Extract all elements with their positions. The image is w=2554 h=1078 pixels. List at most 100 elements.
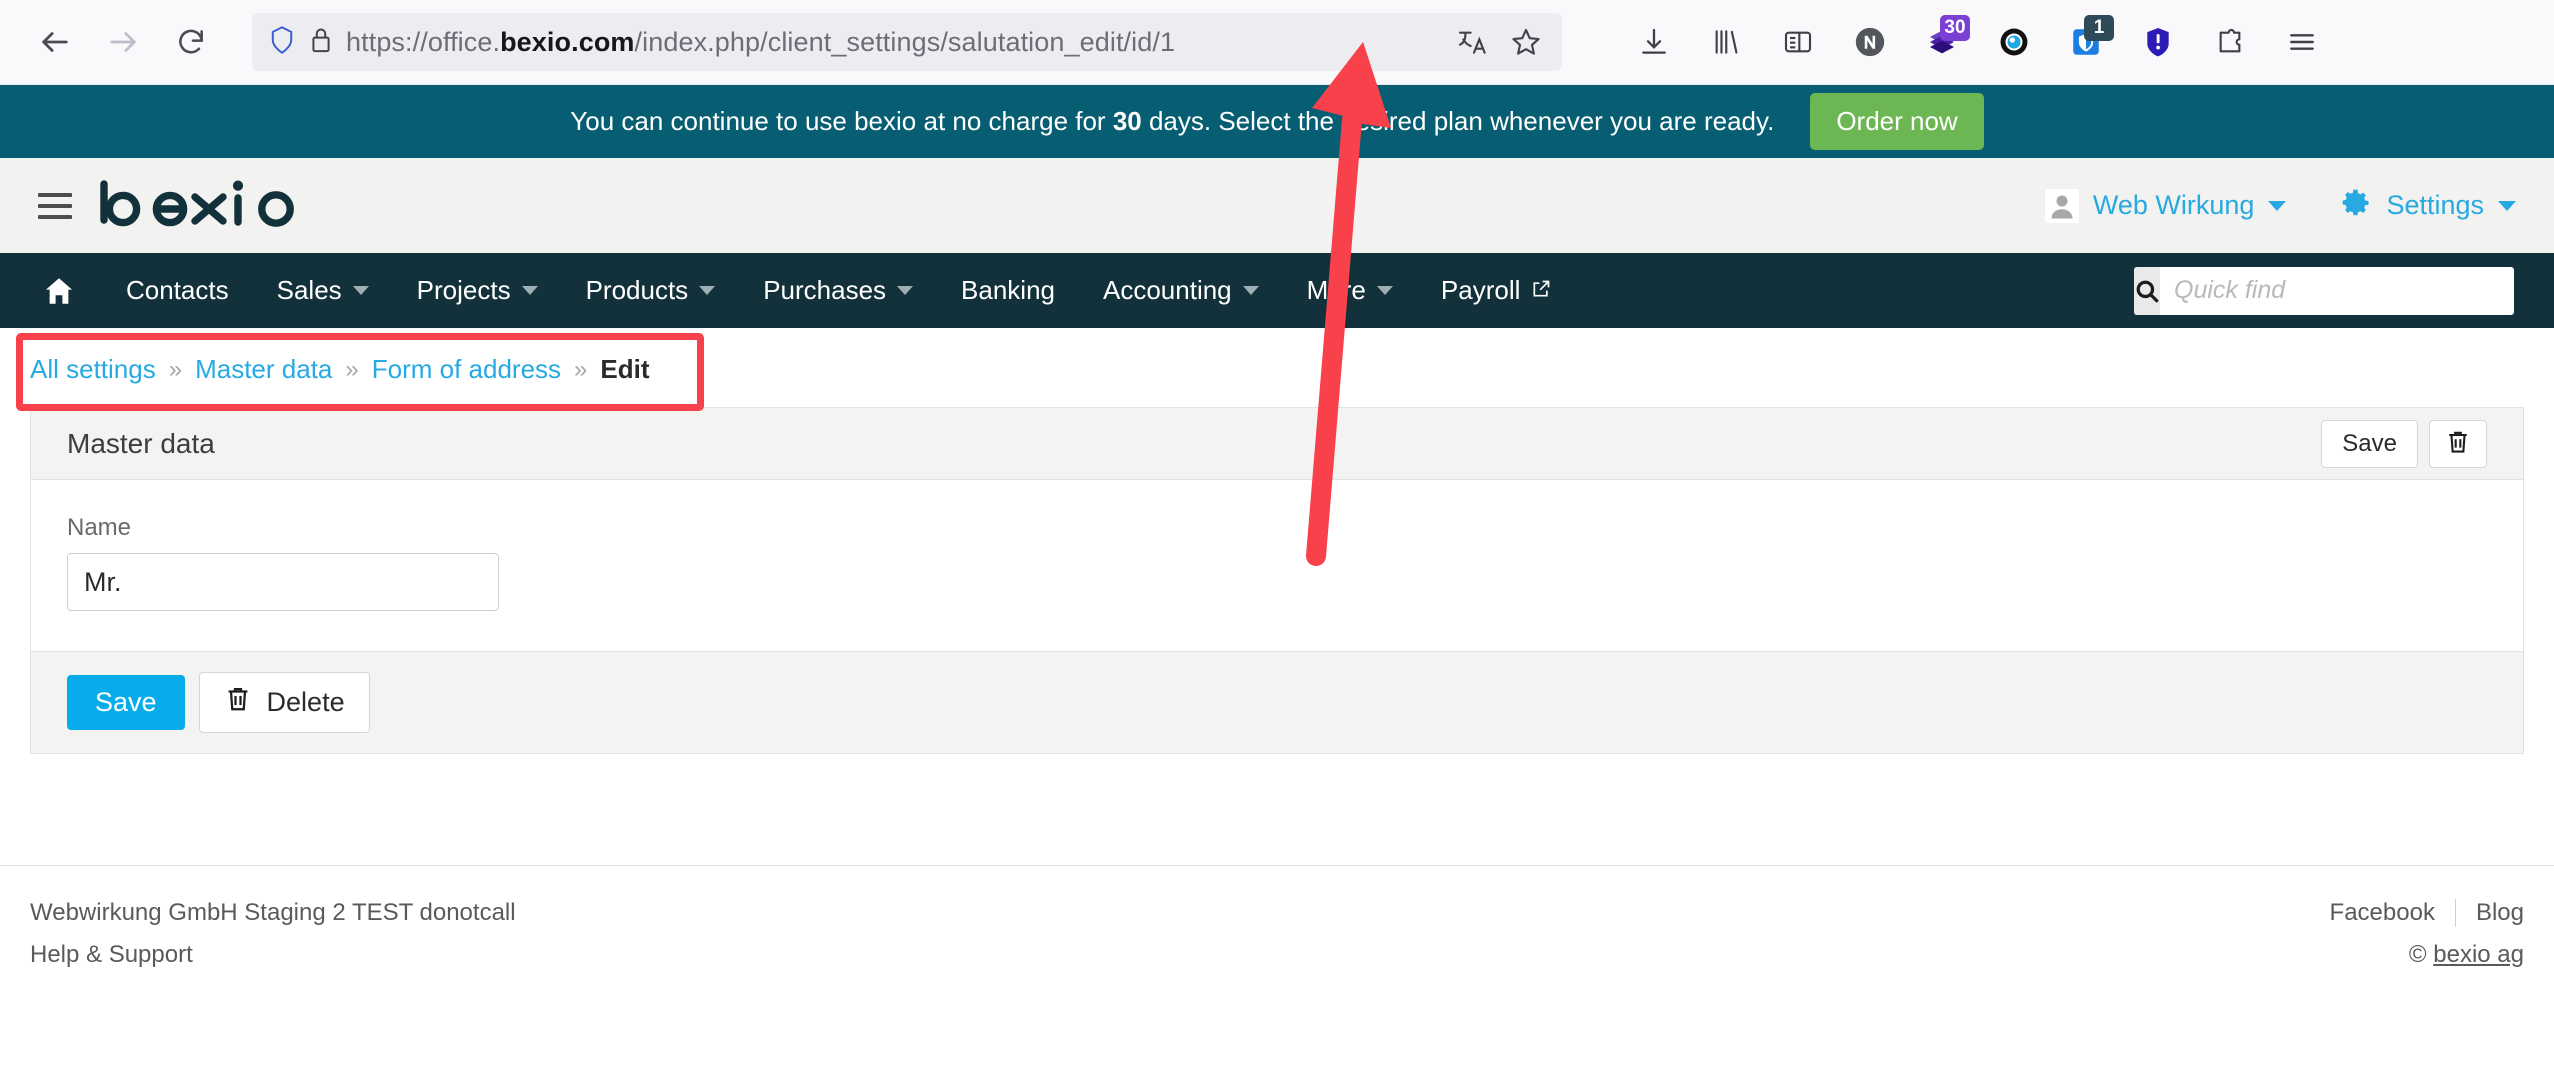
nav-item-contacts[interactable]: Contacts — [102, 253, 253, 328]
forward-button[interactable] — [94, 13, 152, 71]
name-field-label: Name — [67, 514, 2487, 542]
nav-label: Contacts — [126, 275, 229, 306]
main-navigation: Contacts Sales Projects Products Purchas… — [0, 253, 2554, 328]
nav-label: Projects — [417, 275, 511, 306]
library-icon[interactable] — [1690, 13, 1762, 71]
screenshot-root: https://office.bexio.com/index.php/clien… — [0, 0, 2554, 1078]
translate-icon[interactable] — [1456, 26, 1488, 58]
search-icon — [2134, 267, 2160, 315]
app-menu-icon[interactable] — [2266, 13, 2338, 71]
footer-social-links: Facebook Blog — [2330, 892, 2524, 934]
url-bar[interactable]: https://office.bexio.com/index.php/clien… — [252, 13, 1562, 71]
name-input[interactable] — [67, 553, 499, 611]
chevron-down-icon — [699, 286, 715, 295]
user-menu[interactable]: Web Wirkung — [2045, 189, 2287, 223]
eye-extension-icon[interactable] — [1978, 13, 2050, 71]
notion-extension-icon[interactable] — [1834, 13, 1906, 71]
breadcrumb-separator: » — [169, 356, 182, 384]
header-save-button[interactable]: Save — [2321, 420, 2418, 468]
breadcrumb-separator: » — [345, 356, 358, 384]
footer-right: Facebook Blog © bexio ag — [2330, 892, 2524, 976]
extension-badge-count: 30 — [1940, 15, 1970, 41]
breadcrumb-item-all-settings[interactable]: All settings — [30, 354, 156, 385]
header-delete-button[interactable] — [2429, 420, 2487, 468]
chevron-down-icon — [1377, 286, 1393, 295]
panel-footer: Save Delete — [31, 651, 2523, 753]
nav-label: Purchases — [763, 275, 886, 306]
nav-label: Banking — [961, 275, 1055, 306]
save-button[interactable]: Save — [67, 675, 185, 730]
chevron-down-icon — [353, 286, 369, 295]
bitwarden-extension-icon[interactable] — [2122, 13, 2194, 71]
nav-item-sales[interactable]: Sales — [253, 253, 393, 328]
settings-label: Settings — [2386, 190, 2484, 221]
star-icon[interactable] — [1510, 26, 1542, 58]
quick-find-input[interactable] — [2160, 276, 2514, 305]
breadcrumb-separator: » — [574, 356, 587, 384]
downloads-icon[interactable] — [1618, 13, 1690, 71]
chevron-down-icon — [1243, 286, 1259, 295]
external-link-icon — [1531, 275, 1551, 306]
order-now-button[interactable]: Order now — [1810, 93, 1983, 150]
lock-icon[interactable] — [310, 26, 332, 59]
panel-title: Master data — [67, 428, 215, 460]
trash-icon — [2445, 428, 2471, 459]
breadcrumb-wrapper: All settings » Master data » Form of add… — [0, 328, 2554, 407]
trial-banner-text: You can continue to use bexio at no char… — [570, 106, 1774, 137]
chevron-down-icon — [2498, 201, 2516, 211]
footer-blog-link[interactable]: Blog — [2476, 892, 2524, 934]
nav-item-more[interactable]: More — [1283, 253, 1417, 328]
hamburger-menu-icon[interactable] — [38, 193, 72, 219]
nav-label: Sales — [277, 275, 342, 306]
avatar-icon — [2045, 189, 2079, 223]
panel-body: Name — [31, 480, 2523, 651]
sidebar-icon[interactable] — [1762, 13, 1834, 71]
header-right: Web Wirkung Settings — [2045, 187, 2516, 224]
breadcrumb-item-edit: Edit — [600, 354, 649, 385]
gear-icon — [2340, 187, 2372, 224]
nav-item-projects[interactable]: Projects — [393, 253, 562, 328]
layers-extension-icon[interactable]: 30 — [1906, 13, 1978, 71]
urlbar-actions — [1456, 26, 1546, 58]
footer-help-link[interactable]: Help & Support — [30, 934, 516, 976]
quick-find-box[interactable] — [2134, 267, 2514, 315]
footer-facebook-link[interactable]: Facebook — [2330, 892, 2435, 934]
nav-label: Accounting — [1103, 275, 1232, 306]
footer-left: Webwirkung GmbH Staging 2 TEST donotcall… — [30, 892, 516, 976]
puzzle-extensions-icon[interactable] — [2194, 13, 2266, 71]
browser-toolbar: https://office.bexio.com/index.php/clien… — [0, 0, 2554, 85]
nav-item-banking[interactable]: Banking — [937, 253, 1079, 328]
nav-item-products[interactable]: Products — [562, 253, 740, 328]
nav-item-accounting[interactable]: Accounting — [1079, 253, 1283, 328]
shield-icon[interactable] — [268, 25, 296, 60]
footer-copyright: © bexio ag — [2330, 934, 2524, 976]
footer-divider — [2455, 899, 2456, 927]
chevron-down-icon — [522, 286, 538, 295]
back-button[interactable] — [26, 13, 84, 71]
nav-home-button[interactable] — [22, 274, 102, 308]
master-data-panel: Master data Save Name Save — [30, 407, 2524, 754]
nav-item-payroll[interactable]: Payroll — [1417, 253, 1575, 328]
chevron-down-icon — [2268, 201, 2286, 211]
delete-button-label: Delete — [267, 687, 345, 718]
nav-label: Payroll — [1441, 275, 1520, 306]
extension-badge-count: 1 — [2084, 15, 2114, 41]
panel-header: Master data Save — [31, 408, 2523, 480]
nav-label: Products — [586, 275, 689, 306]
breadcrumb-item-form-of-address[interactable]: Form of address — [372, 354, 561, 385]
nav-item-purchases[interactable]: Purchases — [739, 253, 937, 328]
page-content: All settings » Master data » Form of add… — [0, 328, 2554, 754]
footer-company-label: Webwirkung GmbH Staging 2 TEST donotcall — [30, 892, 516, 934]
shield-extension-icon[interactable]: 1 — [2050, 13, 2122, 71]
bexio-ag-link[interactable]: bexio ag — [2433, 941, 2524, 968]
url-text: https://office.bexio.com/index.php/clien… — [346, 27, 1442, 58]
nav-label: More — [1307, 275, 1366, 306]
breadcrumb-item-master-data[interactable]: Master data — [195, 354, 332, 385]
bexio-logo[interactable] — [98, 176, 318, 236]
settings-menu[interactable]: Settings — [2340, 187, 2516, 224]
browser-extensions: 30 1 — [1618, 13, 2338, 71]
trash-icon — [224, 684, 252, 721]
reload-button[interactable] — [162, 13, 220, 71]
panel-header-actions: Save — [2321, 420, 2487, 468]
delete-button[interactable]: Delete — [199, 672, 370, 733]
